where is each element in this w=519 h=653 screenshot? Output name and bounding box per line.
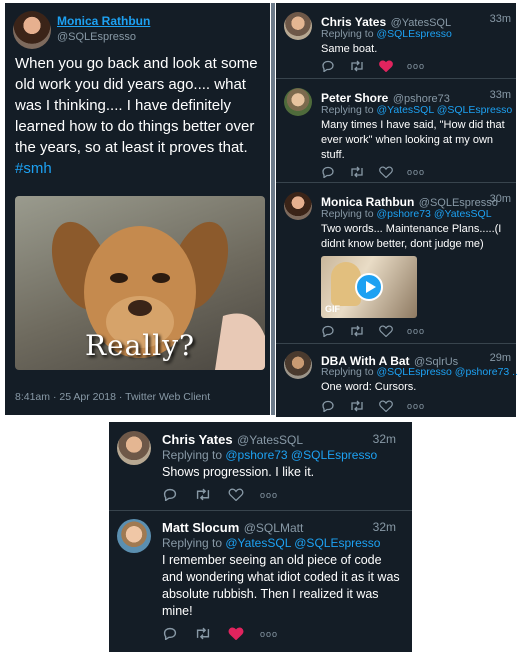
reply-icon[interactable] xyxy=(321,400,335,412)
reply-timestamp[interactable]: 32m xyxy=(373,432,396,446)
reply-author-handle: @YatesSQL xyxy=(237,433,304,447)
reply-icon[interactable] xyxy=(162,627,178,640)
replying-to: Replying to @SQLEspresso xyxy=(321,28,452,40)
replying-to-prefix: Replying to xyxy=(321,104,377,116)
retweet-icon[interactable] xyxy=(349,166,365,178)
reply-author-handle: @SQLMatt xyxy=(243,521,304,535)
more-icon[interactable]: ooo xyxy=(407,167,425,177)
avatar[interactable] xyxy=(284,88,312,116)
reply-tweet: Matt Slocum @SQLMatt 32m Replying to @Ya… xyxy=(109,511,412,652)
more-icon[interactable]: ooo xyxy=(407,61,425,71)
reply-author-name[interactable]: Chris Yates xyxy=(321,15,386,29)
more-icon[interactable]: ooo xyxy=(407,401,425,411)
avatar[interactable] xyxy=(284,12,312,40)
reply-actions: ooo xyxy=(321,325,439,337)
replying-to: Replying to @pshore73 @SQLEspresso xyxy=(162,448,377,462)
reply-tweet: Peter Shore @pshore73 33m Replying to @Y… xyxy=(276,79,516,182)
reply-icon[interactable] xyxy=(162,488,178,501)
reply-text: Shows progression. I like it. xyxy=(162,465,315,479)
tweet-footer-meta: 8:41am · 25 Apr 2018 · Twitter Web Clien… xyxy=(15,391,211,403)
author-handle: @SQLEspresso xyxy=(57,31,137,43)
gif-media[interactable]: GIF xyxy=(321,256,417,318)
avatar[interactable] xyxy=(284,351,312,379)
reply-actions: ooo xyxy=(321,400,439,412)
retweet-icon[interactable] xyxy=(349,60,365,72)
reply-timestamp[interactable]: 29m xyxy=(490,352,511,364)
reply-timestamp[interactable]: 32m xyxy=(373,520,396,534)
reply-timestamp[interactable]: 30m xyxy=(490,193,511,205)
reply-actions: ooo xyxy=(162,488,292,501)
tweet-text-body: When you go back and look at some old wo… xyxy=(15,55,258,156)
replying-to-link[interactable]: @YatesSQL @SQLEspresso xyxy=(225,536,380,550)
reply-timestamp[interactable]: 33m xyxy=(490,89,511,101)
like-icon[interactable] xyxy=(379,325,393,337)
replying-to: Replying to @YatesSQL @SQLEspresso xyxy=(162,536,380,550)
like-icon[interactable] xyxy=(228,488,244,501)
replying-to: Replying to @pshore73 @YatesSQL xyxy=(321,208,492,220)
like-icon[interactable] xyxy=(228,627,244,640)
reply-timestamp[interactable]: 33m xyxy=(490,13,511,25)
replying-to: Replying to @YatesSQL @SQLEspresso xyxy=(321,104,512,116)
reply-text: Two words... Maintenance Plans.....(I di… xyxy=(321,223,502,250)
reply-tweet: Chris Yates @YatesSQL 33m Replying to @S… xyxy=(276,3,516,78)
replying-to-link[interactable]: @YatesSQL @SQLEspresso xyxy=(376,104,512,116)
reply-icon[interactable] xyxy=(321,166,335,178)
reply-icon[interactable] xyxy=(321,325,335,337)
tweet-image[interactable]: Really? xyxy=(15,196,265,370)
replying-to-prefix: Replying to xyxy=(162,448,226,462)
reply-actions: ooo xyxy=(321,60,439,72)
avatar[interactable] xyxy=(13,11,51,49)
reply-text: One word: Cursors. xyxy=(321,381,417,393)
avatar[interactable] xyxy=(284,192,312,220)
like-icon[interactable] xyxy=(379,60,393,72)
retweet-icon[interactable] xyxy=(194,488,212,501)
replying-to-prefix: Replying to xyxy=(162,536,226,550)
reply-text: Same boat. xyxy=(321,43,378,55)
hashtag-link[interactable]: #smh xyxy=(15,160,52,177)
gif-badge: GIF xyxy=(325,304,340,314)
reply-author-name[interactable]: Peter Shore xyxy=(321,91,388,105)
replying-to-link[interactable]: @pshore73 @YatesSQL xyxy=(376,208,491,220)
reply-tweet: Chris Yates @YatesSQL 32m Replying to @p… xyxy=(109,422,412,510)
more-icon[interactable]: ooo xyxy=(260,629,278,639)
retweet-icon[interactable] xyxy=(194,627,212,640)
reply-actions: ooo xyxy=(321,166,439,178)
reply-author-name[interactable]: Monica Rathbun xyxy=(321,195,414,209)
replying-to-link[interactable]: @pshore73 @SQLEspresso xyxy=(225,448,377,462)
avatar[interactable] xyxy=(117,431,151,465)
reply-text: I remember seeing an old piece of code a… xyxy=(162,553,400,618)
avatar[interactable] xyxy=(117,519,151,553)
bottom-replies: Chris Yates @YatesSQL 32m Replying to @p… xyxy=(109,422,412,652)
retweet-icon[interactable] xyxy=(349,325,365,337)
like-icon[interactable] xyxy=(379,400,393,412)
replying-to-link[interactable]: @SQLEspresso xyxy=(376,28,451,40)
more-icon[interactable]: ooo xyxy=(407,326,425,336)
reply-tweet: Monica Rathbun @SQLEspresso 30m Replying… xyxy=(276,183,516,343)
author-name-link[interactable]: Monica Rathbun xyxy=(57,14,150,28)
retweet-icon[interactable] xyxy=(349,400,365,412)
more-icon[interactable]: ooo xyxy=(260,490,278,500)
replying-to-link[interactable]: @SQLEspresso @pshore73 ... xyxy=(376,366,519,378)
main-tweet-card: Monica Rathbun @SQLEspresso When you go … xyxy=(5,3,270,415)
reply-text: Many times I have said, "How did that ev… xyxy=(321,119,505,161)
like-icon[interactable] xyxy=(379,166,393,178)
column-divider xyxy=(271,3,275,415)
replies-column: Chris Yates @YatesSQL 33m Replying to @S… xyxy=(276,3,519,417)
reply-actions: ooo xyxy=(162,627,292,640)
replying-to-prefix: Replying to xyxy=(321,366,377,378)
reply-icon[interactable] xyxy=(321,60,335,72)
reply-tweet: DBA With A Bat @SqlrUs 29m Replying to @… xyxy=(276,344,519,417)
replying-to: Replying to @SQLEspresso @pshore73 ... xyxy=(321,366,519,378)
image-caption: Really? xyxy=(84,329,196,362)
reply-author-name[interactable]: Matt Slocum xyxy=(162,520,239,535)
replying-to-prefix: Replying to xyxy=(321,28,377,40)
tweet-text: When you go back and look at some old wo… xyxy=(15,53,265,179)
replying-to-prefix: Replying to xyxy=(321,208,377,220)
play-icon[interactable] xyxy=(355,273,383,301)
reply-author-name[interactable]: Chris Yates xyxy=(162,432,233,447)
